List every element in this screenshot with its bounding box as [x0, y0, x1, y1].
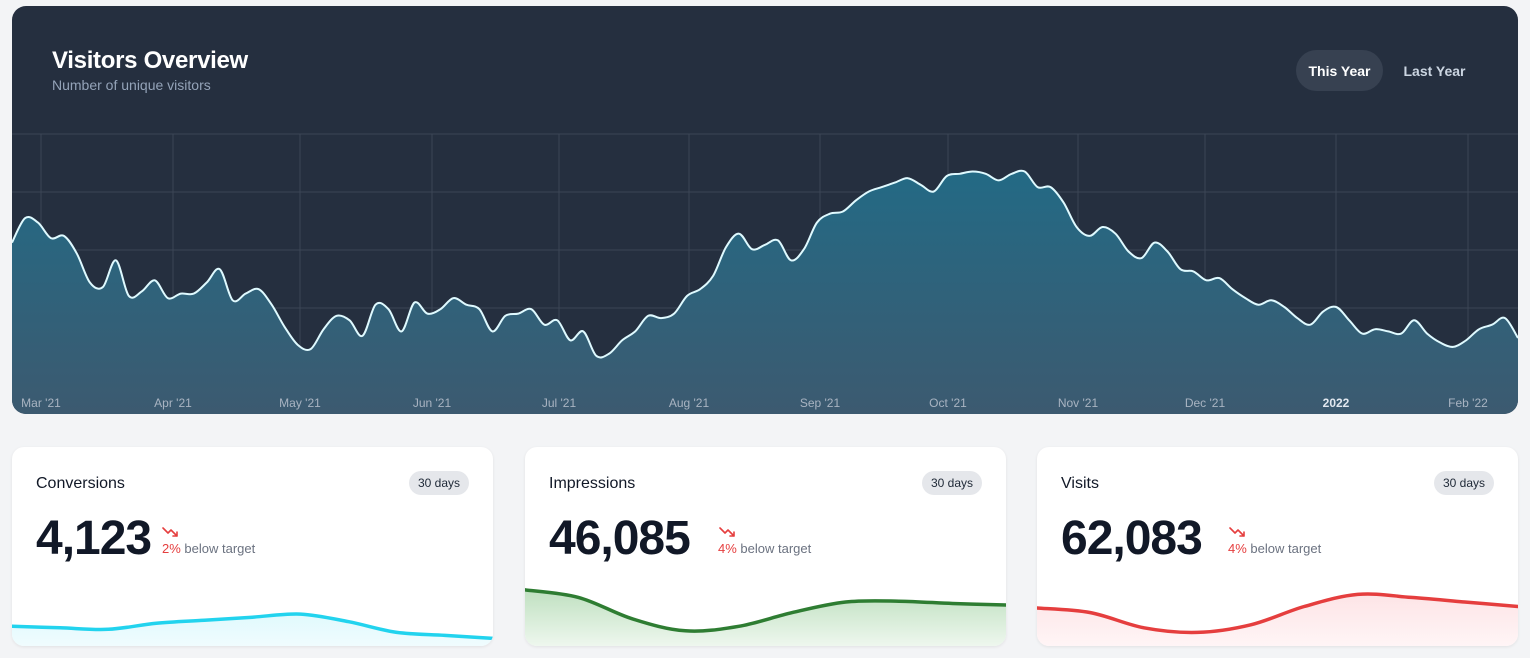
x-tick-label: Mar '21 — [21, 396, 61, 410]
card-title: Visits — [1061, 475, 1099, 492]
trend-down-icon — [719, 525, 737, 539]
x-tick-label: Oct '21 — [929, 396, 967, 410]
card-value: 62,083 — [1061, 512, 1203, 565]
x-tick-label: Nov '21 — [1058, 396, 1099, 410]
period-badge[interactable]: 30 days — [921, 471, 982, 495]
trend-down-icon — [162, 525, 180, 539]
x-tick-label: Feb '22 — [1448, 396, 1488, 410]
last-year-button[interactable]: Last Year — [1391, 50, 1478, 91]
this-year-button[interactable]: This Year — [1296, 50, 1383, 91]
x-tick-label: May '21 — [279, 396, 321, 410]
trend-text: below target — [740, 541, 812, 556]
trend-label: 4% below target — [718, 541, 811, 556]
card-value: 4,123 — [36, 512, 152, 565]
trend-percent: 4% — [718, 541, 737, 556]
card-value: 46,085 — [549, 512, 691, 565]
trend-percent: 4% — [1228, 541, 1247, 556]
conversions-card: Conversions 30 days 4,123 2% below targe… — [12, 447, 493, 646]
period-badge[interactable]: 30 days — [1433, 471, 1494, 495]
trend-text: below target — [1250, 541, 1322, 556]
impressions-card: Impressions 30 days 46,085 4% below targ… — [525, 447, 1006, 646]
x-tick-label: Aug '21 — [669, 396, 710, 410]
trend-label: 4% below target — [1228, 541, 1321, 556]
period-badge[interactable]: 30 days — [408, 471, 469, 495]
sparkline-area — [525, 589, 1006, 646]
trend-label: 2% below target — [162, 541, 255, 556]
card-title: Conversions — [36, 475, 125, 492]
trend-down-icon — [1229, 525, 1247, 539]
visits-card: Visits 30 days 62,083 4% below target — [1037, 447, 1518, 646]
trend-percent: 2% — [162, 541, 181, 556]
x-tick-label: Apr '21 — [154, 396, 192, 410]
visitors-overview-panel: Mar '21 Apr '21 May '21 Jun '21 Jul '21 Aug '… — [12, 6, 1518, 414]
overview-subtitle: Number of unique visitors — [52, 77, 211, 93]
overview-title: Visitors Overview — [52, 47, 248, 74]
x-tick-label: Jun '21 — [413, 396, 452, 410]
x-tick-label: 2022 — [1323, 396, 1350, 410]
x-tick-label: Jul '21 — [542, 396, 577, 410]
card-title: Impressions — [549, 475, 636, 492]
x-tick-label: Dec '21 — [1185, 396, 1226, 410]
visitors-area — [12, 170, 1518, 414]
trend-text: below target — [184, 541, 256, 556]
x-tick-label: Sep '21 — [800, 396, 841, 410]
